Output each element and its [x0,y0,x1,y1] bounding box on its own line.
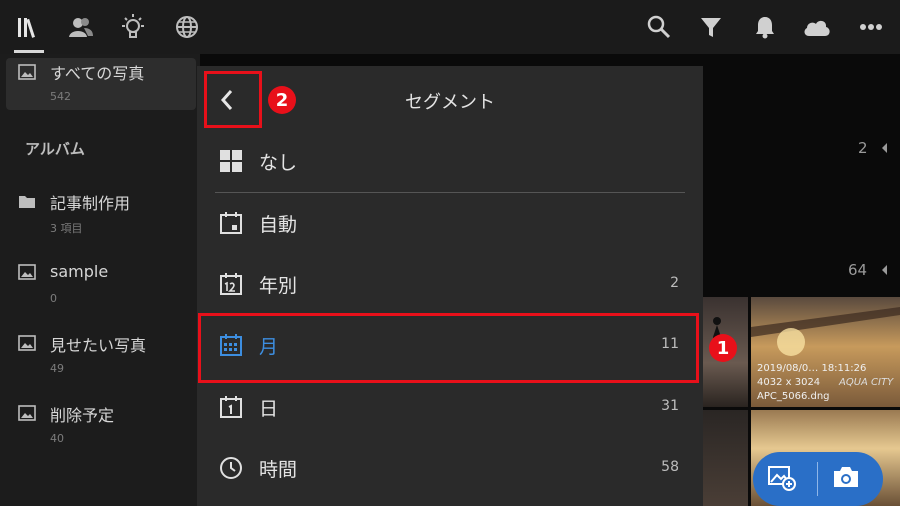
bell-icon[interactable] [750,12,780,42]
sidebar-item-label[interactable]: sample [50,262,108,281]
people-icon[interactable] [66,12,96,42]
album-icon [18,264,36,280]
group-count: 2 [858,139,868,157]
camera-button[interactable] [831,464,867,494]
album-icon [18,405,36,421]
grid-icon [220,150,242,172]
segment-option-label: 自動 [259,214,298,236]
sidebar-item-count: 40 [50,432,64,445]
photo-thumbnail[interactable]: 2019/08/0… 18:11:26 4032 x 3024 AQUA CIT… [751,297,900,407]
more-icon[interactable] [856,12,886,42]
segment-option-label: なし [259,152,298,174]
add-photo-icon [768,466,796,491]
search-icon[interactable] [644,12,674,42]
sidebar-item-count: 49 [50,362,64,375]
active-tab-indicator [14,50,44,53]
segment-option-count: 2 [670,275,679,291]
segment-panel: セグメント なし 自動 年別 2 月 11 日 31 時間 58 [197,66,703,506]
library-icon[interactable] [14,12,44,42]
folder-icon [19,196,35,208]
add-photo-fab [753,452,883,506]
segment-option-none[interactable]: なし [197,131,703,192]
segment-option-day[interactable]: 日 31 [197,377,703,438]
clock-icon [220,457,242,479]
photo-sign-text: AQUA CITY [839,377,894,388]
calendar-day-icon [220,396,242,418]
segment-option-year[interactable]: 年別 2 [197,254,703,315]
sidebar-item-label[interactable]: 記事制作用 [50,190,130,214]
segment-option-auto[interactable]: 自動 [197,193,703,254]
segment-option-label: 日 [259,398,279,420]
calendar-auto-icon [220,212,242,234]
top-bar [0,0,900,54]
photo-date: 2019/08/0… 18:11:26 [757,363,867,374]
calendar-year-icon [220,273,242,295]
collapse-arrow-icon[interactable] [880,142,888,154]
photo-dimensions: 4032 x 3024 [757,377,821,388]
filter-icon[interactable] [696,12,726,42]
group-count: 64 [848,261,868,279]
sidebar-item-count: 3 項目 [50,222,83,235]
cloud-icon[interactable] [802,12,832,42]
import-photo-button[interactable] [767,464,803,494]
sidebar-item-count: 0 [50,292,57,305]
step-badge-1: 1 [709,334,737,362]
sidebar-item-label: すべての写真 [50,64,145,83]
segment-option-label: 時間 [259,459,298,481]
sidebar-item-label[interactable]: 見せたい写真 [50,332,146,356]
collapse-arrow-icon[interactable] [880,264,888,276]
month-option-highlight [198,313,699,383]
photo-icon [18,64,36,80]
fab-divider [817,462,818,496]
segment-option-time[interactable]: 時間 58 [197,438,703,499]
photo-filename: APC_5066.dng [757,391,830,402]
segment-option-label: 年別 [259,275,298,297]
discover-icon[interactable] [172,12,202,42]
sidebar-item-label[interactable]: 削除予定 [50,402,114,426]
back-button-highlight [204,71,262,128]
sidebar-item-count: 542 [50,90,71,103]
step-badge-2: 2 [268,86,296,114]
segment-option-count: 31 [661,398,679,414]
photo-thumbnail[interactable] [703,410,748,506]
learn-icon[interactable] [118,12,148,42]
camera-icon [834,467,858,487]
albums-heading: アルバム [25,140,85,158]
album-icon [18,335,36,351]
segment-option-count: 58 [661,459,679,475]
